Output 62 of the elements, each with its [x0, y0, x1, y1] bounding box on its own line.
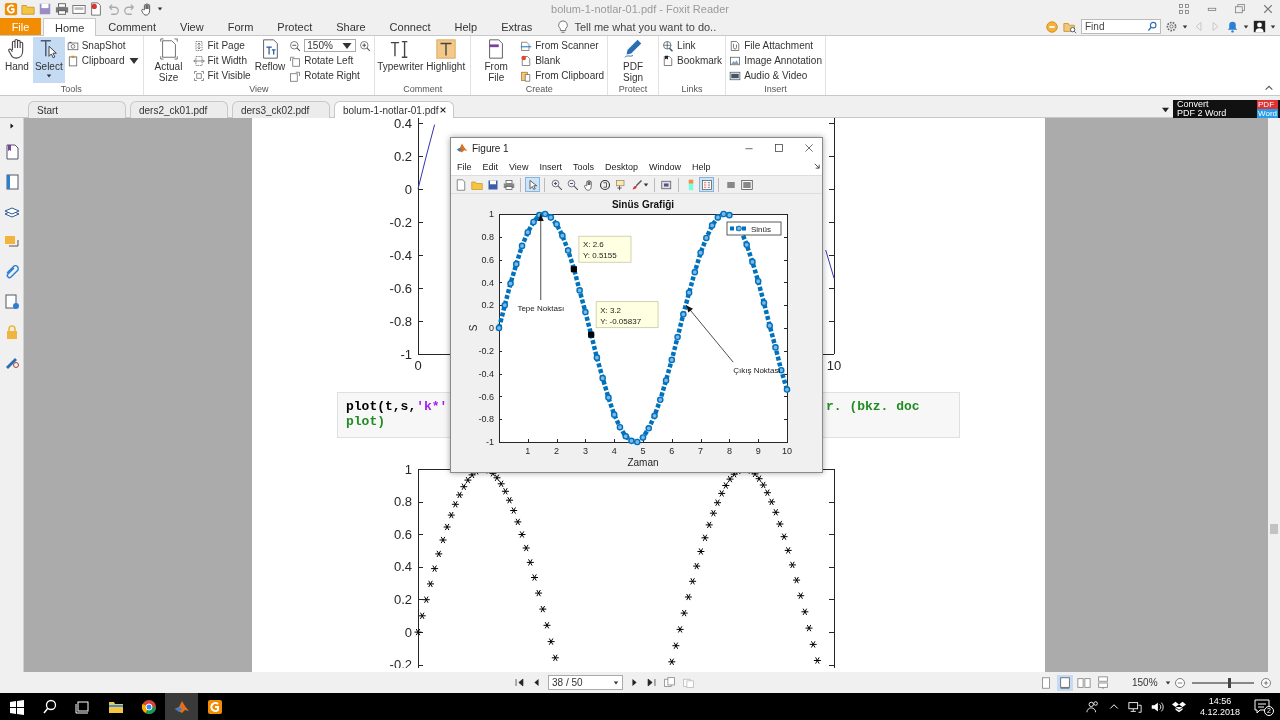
group-label: Comment [402, 83, 444, 95]
ad-text: PDF 2 Word [1177, 109, 1227, 118]
tick-label: -0.4 [389, 247, 412, 263]
tick-label: 10 [782, 446, 792, 456]
tick-label: 8 [726, 446, 732, 456]
group-label: Tools [59, 83, 83, 95]
tick-label: 0.6 [481, 254, 494, 265]
tick-label: 6 [669, 446, 675, 456]
tick-label: 5 [640, 446, 646, 456]
tick-label: 2 [554, 446, 560, 456]
tick-label: 0.4 [393, 118, 412, 131]
tick-label: 0.2 [393, 148, 412, 164]
axis-label: Zaman [627, 457, 659, 468]
tick-label: 3 [582, 446, 588, 456]
tick-label: 10 [826, 358, 842, 373]
axis-label: S [468, 324, 479, 332]
tick-label: 4 [611, 446, 617, 456]
annotation-label: Tepe Noktası [517, 304, 565, 313]
zoom-level: 150% [1132, 677, 1159, 688]
datatip-text: Y: 0.5155 [582, 251, 617, 261]
tick-label: 0.8 [481, 231, 494, 242]
tick-label: 1 [525, 446, 531, 456]
tick-label: 1 [489, 209, 494, 220]
tick-label: -1 [400, 346, 412, 362]
chart-title: Sinüs Grafiği [611, 199, 675, 210]
tick-label: 9 [755, 446, 761, 456]
ad-text: Convert [1177, 100, 1210, 109]
clock-time: 14:56 [1208, 695, 1232, 707]
tick-label: 0 [404, 181, 412, 197]
tick-label: 7 [698, 446, 704, 456]
datatip-text: X: 2.6 [582, 240, 604, 250]
tick-label: -0.2 [389, 214, 412, 230]
tick-label: 0 [489, 323, 494, 334]
group-label: Insert [763, 83, 788, 95]
tick-label: 0.6 [393, 526, 412, 542]
tick-label: 0.4 [481, 277, 494, 288]
group-label: Create [524, 83, 554, 95]
tick-label: 0.4 [393, 559, 412, 575]
tick-label: 0.8 [393, 494, 412, 510]
tick-label: 0.2 [481, 300, 494, 311]
tick-label: 1 [404, 461, 412, 477]
tick-label: -1 [486, 437, 494, 448]
group-label: View [248, 83, 270, 95]
tick-label: 0 [404, 624, 412, 640]
window-title: bolum-1-notlar-01.pdf - Foxit Reader [550, 3, 730, 15]
datatip-text: Y: -0.05837 [600, 316, 642, 326]
tick-label: 0 [414, 358, 422, 373]
tick-label: -0.8 [389, 313, 412, 329]
tick-label: -0.8 [478, 414, 494, 425]
legend-label: Sinüs [751, 225, 771, 234]
clock-date: 4.12.2018 [1199, 706, 1240, 718]
tick-label: -0.2 [478, 345, 494, 356]
badge: Word [1257, 109, 1278, 118]
group-label: Protect [617, 83, 649, 95]
tick-label: -0.4 [478, 368, 494, 379]
tick-label: 0.2 [393, 592, 412, 607]
badge: PDF [1257, 100, 1278, 109]
group-label: Links [680, 83, 704, 95]
datatip-text: X: 3.2 [600, 305, 622, 315]
tick-label: -0.6 [389, 280, 412, 296]
tick-label: -0.6 [478, 391, 494, 402]
window-title: Figure 1 [472, 142, 509, 154]
